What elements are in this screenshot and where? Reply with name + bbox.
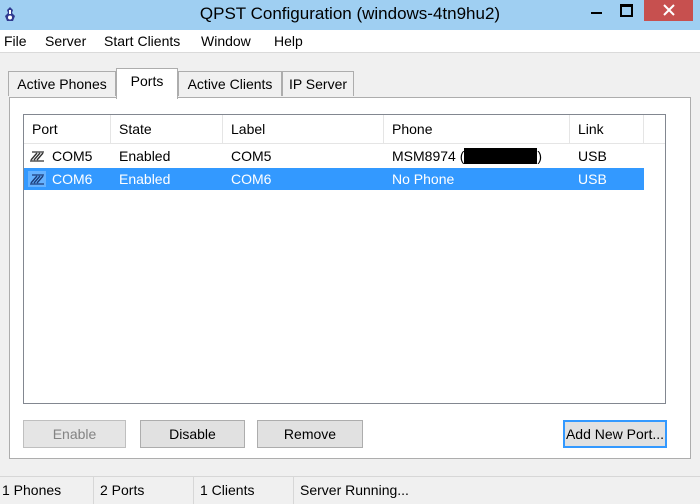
label-cell: COM5 [231,148,272,164]
enable-button[interactable]: Enable [23,420,126,448]
serial-port-icon [30,151,44,162]
close-button[interactable] [644,0,693,21]
status-clients: 1 Clients [198,477,294,504]
remove-button[interactable]: Remove [257,420,363,448]
port-cell: COM6 [52,171,93,187]
column-header-filler [644,115,665,143]
port-cell: COM5 [52,148,93,164]
menu-file[interactable]: File [4,33,27,49]
column-header-label[interactable]: Label [223,115,384,143]
status-phones: 1 Phones [0,477,94,504]
menu-window[interactable]: Window [201,33,251,49]
state-cell: Enabled [119,148,171,164]
link-cell: USB [578,171,607,187]
status-ports: 2 Ports [98,477,194,504]
column-header-link[interactable]: Link [570,115,644,143]
ports-list[interactable]: Port State Label Phone Link COM5 Enabled… [23,114,666,404]
menu-help[interactable]: Help [274,33,303,49]
label-cell: COM6 [231,171,272,187]
serial-port-icon [28,171,46,187]
menu-start-clients[interactable]: Start Clients [104,33,180,49]
phone-prefix: MSM8974 ( [392,148,465,164]
tab-ports[interactable]: Ports [116,68,178,99]
column-header-port[interactable]: Port [24,115,111,143]
tab-active-clients[interactable]: Active Clients [178,71,282,96]
list-item[interactable]: COM6 Enabled COM6 No Phone USB [24,168,644,190]
state-cell: Enabled [119,171,171,187]
phone-suffix: ) [537,148,543,164]
list-item[interactable]: COM5 Enabled COM5 MSM8974 () USB [24,145,644,167]
minimize-button[interactable] [582,0,610,21]
status-server: Server Running... [300,482,409,498]
maximize-button[interactable] [611,0,639,21]
menu-server[interactable]: Server [45,33,86,49]
add-new-port-button[interactable]: Add New Port... [563,420,667,448]
title-bar: QPST Configuration (windows-4tn9hu2) [0,0,700,30]
link-cell: USB [578,148,607,164]
column-header-phone[interactable]: Phone [384,115,570,143]
status-bar: 1 Phones 2 Ports 1 Clients Server Runnin… [0,476,700,504]
tab-ip-server[interactable]: IP Server [282,71,354,96]
tab-active-phones[interactable]: Active Phones [8,71,116,96]
phone-cell: MSM8974 () [392,145,542,167]
column-header-state[interactable]: State [111,115,223,143]
qpst-app-icon[interactable] [3,6,17,22]
close-icon [663,4,675,16]
phone-cell: No Phone [392,171,455,187]
disable-button[interactable]: Disable [140,420,245,448]
list-header: Port State Label Phone Link [24,115,665,144]
menu-bar: File Server Start Clients Window Help [0,30,700,53]
redacted-serial [464,148,538,164]
